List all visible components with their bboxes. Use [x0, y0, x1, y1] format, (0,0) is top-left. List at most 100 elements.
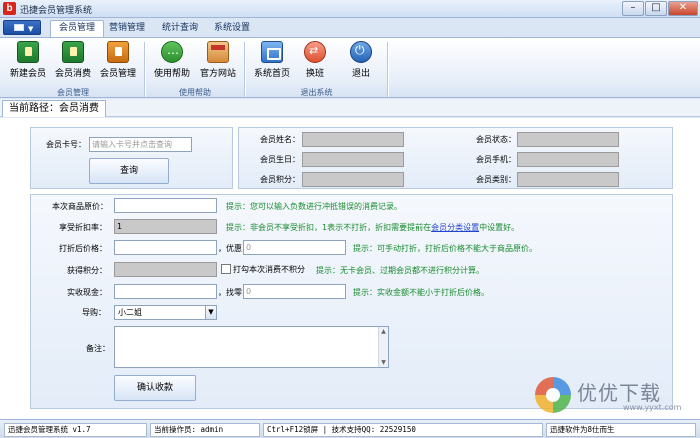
- home-button[interactable]: 系统首页: [249, 41, 295, 79]
- original-price-hint: 提示：您可以输入负数进行冲抵错误的消费记录。: [226, 202, 402, 211]
- member-points-field: [302, 172, 404, 187]
- sales-guide-select[interactable]: 小二姐 ▼: [114, 305, 217, 320]
- member-name-field: [302, 132, 404, 147]
- member-status-label: 会员状态：: [476, 135, 516, 144]
- new-member-button[interactable]: 新建会员: [5, 41, 51, 79]
- card-number-input[interactable]: 请输入卡号并点击查询: [89, 137, 192, 152]
- home-label: 系统首页: [253, 69, 290, 79]
- query-button[interactable]: 查询: [89, 158, 169, 184]
- offer-field[interactable]: 0: [243, 240, 346, 255]
- confirm-payment-button[interactable]: 确认收款: [114, 375, 196, 401]
- status-app-version: 迅捷会员管理系统 v1.7: [4, 423, 147, 437]
- member-consume-icon: [62, 41, 84, 63]
- group-caption-member: 会员管理: [57, 88, 89, 97]
- watermark-text: 优优下载: [577, 381, 661, 405]
- member-phone-field: [517, 152, 619, 167]
- points-hint: 提示：无卡会员、过期会员都不进行积分计算。: [316, 266, 484, 275]
- power-icon: [350, 41, 372, 63]
- member-manage-button[interactable]: 会员管理: [95, 41, 141, 79]
- close-button[interactable]: ✕: [668, 1, 698, 16]
- group-divider: [144, 42, 145, 97]
- cash-received-input[interactable]: [114, 284, 217, 299]
- group-caption-exit: 退出系统: [300, 88, 333, 97]
- change-label: ，找零: [218, 288, 242, 297]
- chevron-down-icon: ▼: [28, 25, 34, 33]
- discounted-price-hint: 提示：可手动打折，打折后价格不能大于商品原价。: [353, 244, 537, 253]
- sales-guide-value: 小二姐: [118, 308, 142, 317]
- scroll-up-icon[interactable]: ▲: [379, 327, 388, 336]
- remark-label: 备注：: [86, 344, 110, 353]
- title-bar: b 迅捷会员管理系统 – □ ✕: [0, 0, 700, 18]
- breadcrumb: 当前路径：会员消费: [2, 100, 106, 117]
- ribbon-panel: 新建会员 会员消费 会员管理 会员管理 使用帮助 官方网站 使用帮助 系统首页 …: [0, 37, 700, 98]
- window-title: 迅捷会员管理系统: [20, 6, 93, 16]
- tab-settings[interactable]: 系统设置: [206, 21, 258, 37]
- original-price-input[interactable]: [114, 198, 217, 213]
- home-icon: [261, 41, 283, 63]
- card-number-label: 会员卡号：: [46, 140, 86, 149]
- app-logo-icon: b: [3, 2, 16, 15]
- tab-member-management[interactable]: 会员管理: [50, 20, 105, 38]
- member-manage-icon: [107, 41, 129, 63]
- member-info-panel: 会员姓名： 会员状态： 会员生日： 会员手机： 会员积分： 会员类别：: [238, 127, 673, 189]
- tab-marketing[interactable]: 营销管理: [101, 21, 153, 37]
- member-category-label: 会员类别：: [476, 175, 516, 184]
- window-controls: – □ ✕: [622, 1, 698, 16]
- app-menu-button[interactable]: ▼: [3, 20, 41, 35]
- help-icon: [161, 41, 183, 63]
- ribbon-tab-bar: ▼ 会员管理 营销管理 统计查询 系统设置: [0, 18, 700, 38]
- tab-statistics[interactable]: 统计查询: [154, 21, 206, 37]
- exit-button[interactable]: 退出: [338, 41, 384, 79]
- watermark: 优优下载 www.yyxt.com: [535, 375, 700, 419]
- discount-rate-field: 1: [114, 219, 217, 234]
- shift-icon: [304, 41, 326, 63]
- discount-hint: 提示：非会员不享受折扣，1表示不打折，折扣需要提前在会员分类设置中设置好。: [226, 222, 519, 233]
- search-panel: 会员卡号： 请输入卡号并点击查询 查询: [30, 127, 233, 189]
- remark-scrollbar[interactable]: ▲ ▼: [378, 327, 388, 367]
- member-points-label: 会员积分：: [260, 175, 300, 184]
- status-bar: 迅捷会员管理系统 v1.7 当前操作员: admin Ctrl+F12锁屏 | …: [0, 419, 700, 438]
- discount-hint-text: 提示：非会员不享受折扣，1表示不打折，折扣需要提前在: [226, 223, 432, 232]
- new-member-icon: [17, 41, 39, 63]
- breadcrumb-bar: 当前路径：会员消费: [0, 99, 700, 117]
- member-category-settings-link[interactable]: 会员分类设置: [431, 223, 479, 232]
- website-label: 官方网站: [199, 69, 236, 79]
- member-name-label: 会员姓名：: [260, 135, 300, 144]
- earned-points-label: 获得积分：: [67, 266, 107, 275]
- main-content: 会员卡号： 请输入卡号并点击查询 查询 会员姓名： 会员状态： 会员生日： 会员…: [0, 118, 700, 419]
- maximize-button[interactable]: □: [645, 1, 667, 16]
- cash-hint: 提示：实收金额不能小于打折后价格。: [353, 288, 489, 297]
- watermark-url: www.yyxt.com: [623, 403, 682, 412]
- minimize-button[interactable]: –: [622, 1, 644, 16]
- watermark-logo-icon: [535, 377, 571, 413]
- member-birthday-label: 会员生日：: [260, 155, 300, 164]
- member-birthday-field: [302, 152, 404, 167]
- discounted-price-label: 打折后价格：: [59, 244, 107, 253]
- new-member-label: 新建会员: [9, 69, 46, 79]
- member-consume-button[interactable]: 会员消费: [50, 41, 96, 79]
- discounted-price-input[interactable]: [114, 240, 217, 255]
- shift-button[interactable]: 换班: [292, 41, 338, 79]
- help-button[interactable]: 使用帮助: [149, 41, 195, 79]
- help-label: 使用帮助: [153, 69, 190, 79]
- sales-guide-label: 导购：: [82, 308, 106, 317]
- website-icon: [207, 41, 229, 63]
- group-divider: [387, 42, 388, 97]
- member-status-field: [517, 132, 619, 147]
- no-points-checkbox[interactable]: [221, 264, 231, 274]
- cash-received-label: 实收现金：: [67, 288, 107, 297]
- remark-textarea[interactable]: ▲ ▼: [114, 326, 389, 368]
- no-points-checkbox-label[interactable]: 打勾本次消费不积分: [233, 264, 305, 275]
- group-caption-help: 使用帮助: [179, 88, 211, 97]
- website-button[interactable]: 官方网站: [195, 41, 241, 79]
- exit-label: 退出: [351, 69, 370, 79]
- status-footer: 迅捷软件为8仕而生: [546, 423, 696, 437]
- change-field[interactable]: 0: [243, 284, 346, 299]
- earned-points-field: [114, 262, 217, 277]
- member-category-field: [517, 172, 619, 187]
- discount-hint-suffix: 中设置好。: [479, 223, 520, 232]
- chevron-down-icon[interactable]: ▼: [205, 306, 216, 319]
- scroll-down-icon[interactable]: ▼: [379, 358, 388, 367]
- member-phone-label: 会员手机：: [476, 155, 516, 164]
- member-manage-label: 会员管理: [99, 69, 136, 79]
